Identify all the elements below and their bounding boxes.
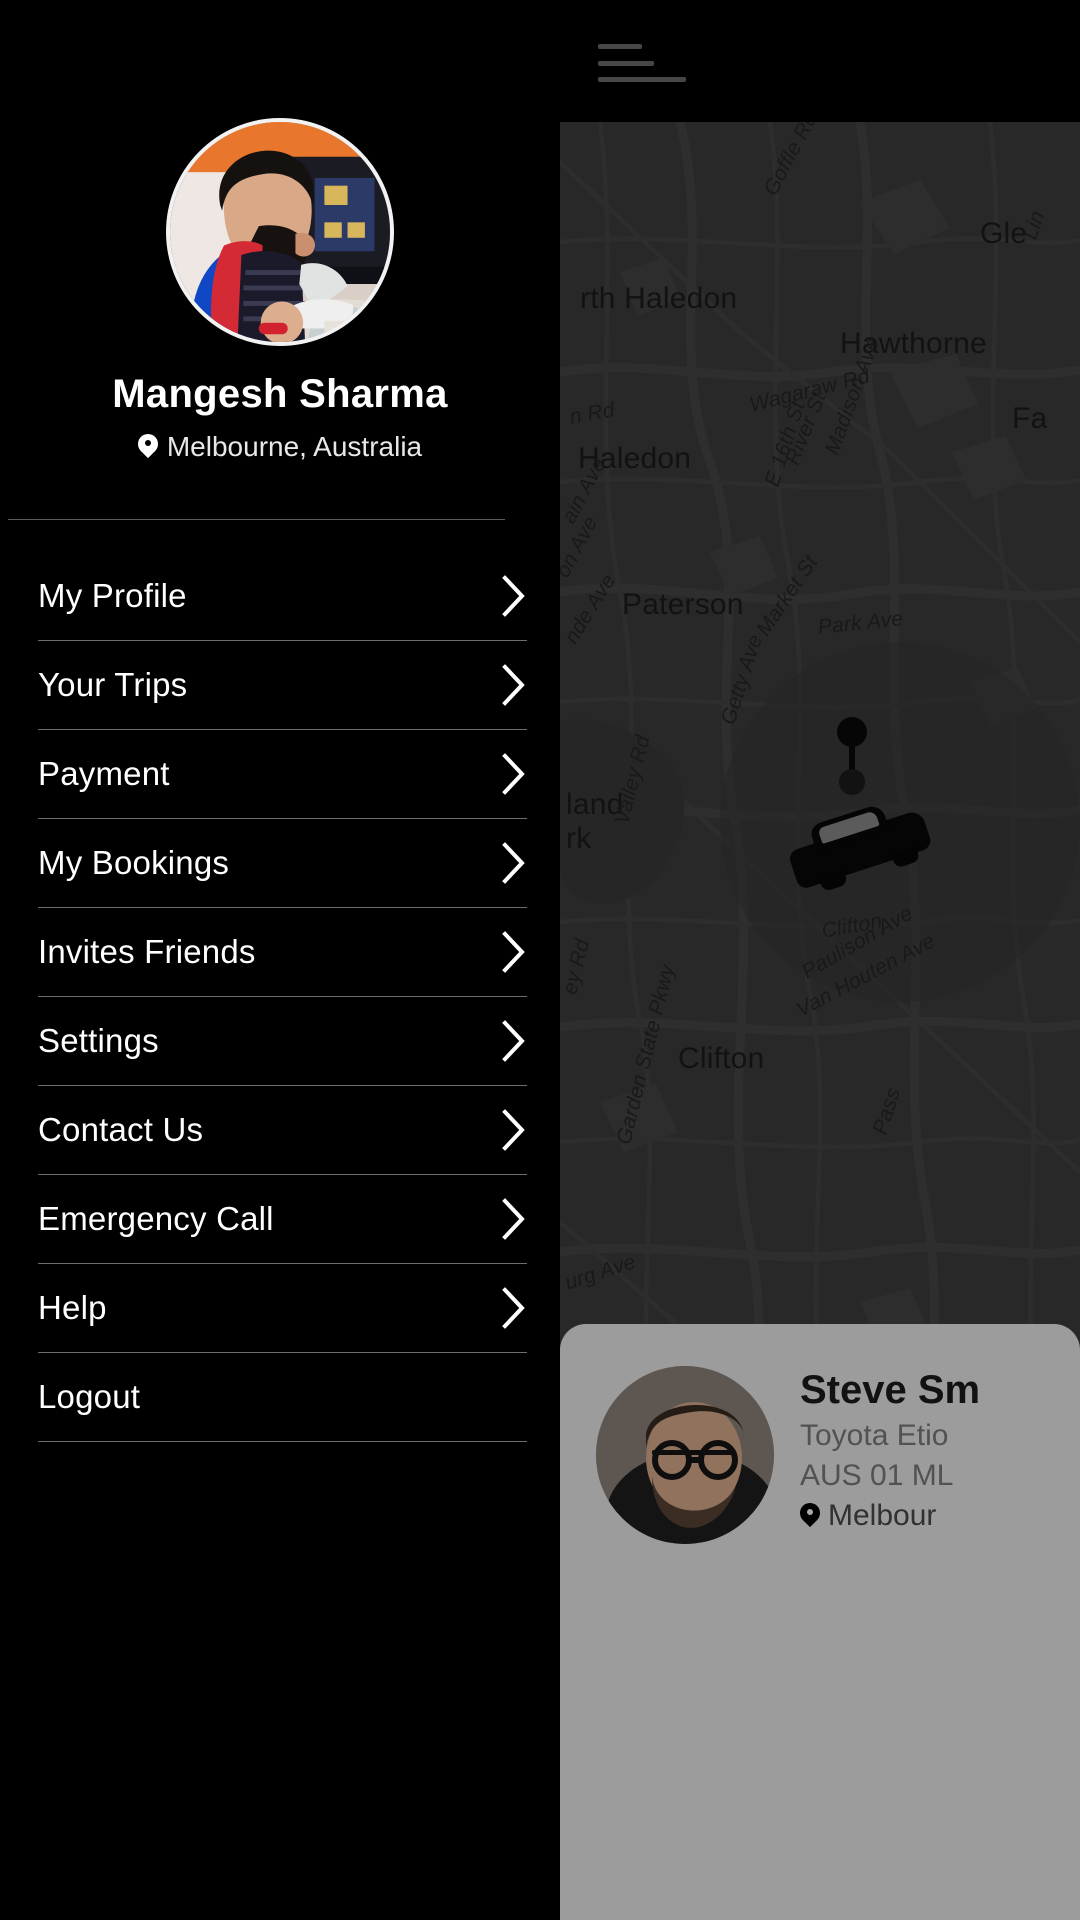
driver-plate: AUS 01 ML <box>800 1459 954 1492</box>
driver-avatar <box>596 1366 774 1544</box>
menu-item-label: My Bookings <box>38 844 230 881</box>
menu-item-label: Logout <box>38 1378 141 1415</box>
avatar[interactable] <box>166 118 394 346</box>
map-label: rth Haledon <box>580 282 738 315</box>
drawer-profile-header: Mangesh Sharma Melbourne, Australia <box>0 0 560 520</box>
hamburger-icon[interactable] <box>598 38 686 88</box>
menu-item-label: Emergency Call <box>38 1200 274 1237</box>
chevron-right-icon <box>501 1019 527 1063</box>
chevron-right-icon <box>501 574 527 618</box>
menu-item-settings[interactable]: Settings <box>38 997 527 1086</box>
driver-location: Melbour <box>800 1499 980 1533</box>
menu-item-label: Payment <box>38 755 170 792</box>
app-top-bar <box>560 0 1080 122</box>
menu-item-my-bookings[interactable]: My Bookings <box>38 819 527 908</box>
menu-item-label: My Profile <box>38 577 187 614</box>
profile-location: Melbourne, Australia <box>0 431 560 463</box>
map-pin-icon <box>138 434 158 461</box>
menu-item-label: Settings <box>38 1022 159 1059</box>
navigation-drawer: Mangesh Sharma Melbourne, Australia My P… <box>0 0 560 1920</box>
driver-info: Steve Sm Toyota Etio AUS 01 ML Melbour <box>800 1368 980 1533</box>
map-label: rk <box>566 822 592 855</box>
app-screen: rth Haledon Goffle Rd Gle Hawthorne Lin Wagar… <box>0 0 1080 1920</box>
profile-location-label: Melbourne, Australia <box>166 431 423 462</box>
menu-item-contact-us[interactable]: Contact Us <box>38 1086 527 1175</box>
menu-item-label: Invites Friends <box>38 933 256 970</box>
map-label: Fa <box>1012 402 1048 435</box>
menu-item-label: Contact Us <box>38 1111 204 1148</box>
drawer-menu: My Profile Your Trips Payment My Bookings In… <box>0 552 560 1442</box>
page-title: Mangesh Sharma <box>112 372 448 416</box>
menu-item-payment[interactable]: Payment <box>38 730 527 819</box>
menu-item-emergency-call[interactable]: Emergency Call <box>38 1175 527 1264</box>
driver-card[interactable]: Steve Sm Toyota Etio AUS 01 ML Melbour <box>560 1324 1080 1920</box>
menu-item-label: Help <box>38 1289 107 1326</box>
chevron-right-icon <box>501 663 527 707</box>
menu-item-invites-friends[interactable]: Invites Friends <box>38 908 527 997</box>
map-pin-icon <box>800 1503 820 1530</box>
map-label: Paterson <box>622 588 744 621</box>
map-screen-behind: rth Haledon Goffle Rd Gle Hawthorne Lin Wagar… <box>560 0 1080 1920</box>
driver-vehicle: Toyota Etio <box>800 1419 949 1452</box>
location-pin-marker[interactable] <box>832 717 872 795</box>
driver-name: Steve Sm <box>800 1368 981 1412</box>
header-divider <box>8 519 505 520</box>
driver-avatar-illustration <box>596 1366 774 1544</box>
chevron-right-icon <box>501 752 527 796</box>
menu-item-label: Your Trips <box>38 666 188 703</box>
hamburger-line-3 <box>598 77 686 82</box>
chevron-right-icon <box>501 841 527 885</box>
hamburger-line-1 <box>598 44 642 49</box>
chevron-right-icon <box>501 1286 527 1330</box>
driver-location-label: Melbour <box>828 1499 937 1532</box>
chevron-right-icon <box>501 930 527 974</box>
chevron-right-icon <box>501 1108 527 1152</box>
menu-item-my-profile[interactable]: My Profile <box>38 552 527 641</box>
menu-item-logout[interactable]: Logout <box>38 1353 527 1442</box>
menu-item-help[interactable]: Help <box>38 1264 527 1353</box>
avatar-illustration <box>170 122 390 342</box>
map-label: Clifton <box>678 1042 765 1075</box>
pin-base-dot <box>839 769 865 795</box>
menu-item-your-trips[interactable]: Your Trips <box>38 641 527 730</box>
chevron-right-icon <box>501 1197 527 1241</box>
hamburger-line-2 <box>598 60 654 66</box>
